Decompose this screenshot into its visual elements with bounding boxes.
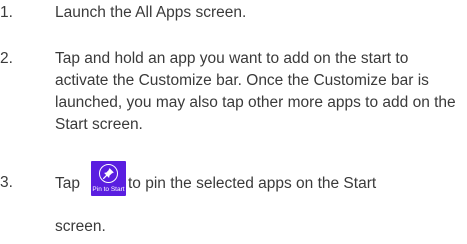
step-number: 1. <box>0 4 13 21</box>
step-text: Tap and hold an app you want to add on t… <box>55 50 456 133</box>
instruction-list: 1. Launch the All Apps screen. 2. Tap an… <box>0 0 467 244</box>
step-number: 3. <box>0 174 13 191</box>
step-text-before-icon: Tap <box>55 175 80 192</box>
pin-to-start-tile: Pin to Start <box>91 161 126 196</box>
step-text-after-icon: to pin the selected apps on the Start <box>128 175 377 192</box>
step-text-continued: screen. <box>55 218 106 235</box>
step-number: 2. <box>0 50 13 67</box>
pin-caption: Pin to Start <box>92 186 125 193</box>
step-text: Tap Pin to Start to pin the selected app… <box>55 161 462 212</box>
step-text: Launch the All Apps screen. <box>55 4 247 21</box>
pin-icon <box>99 164 118 183</box>
